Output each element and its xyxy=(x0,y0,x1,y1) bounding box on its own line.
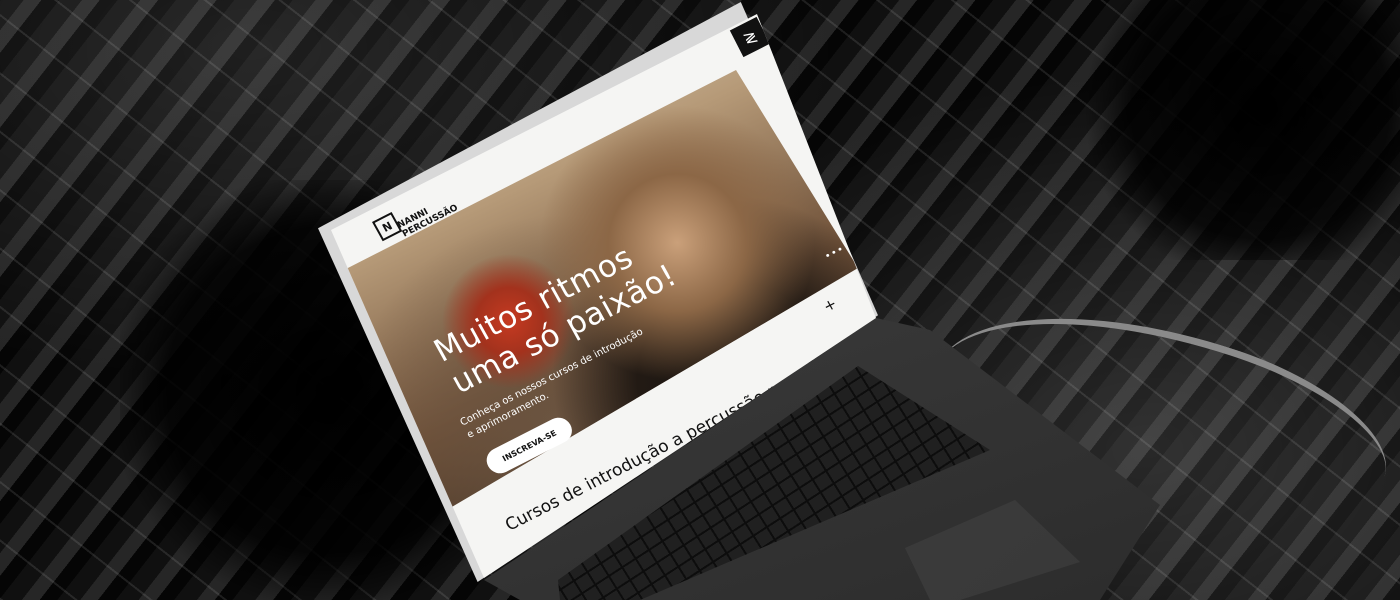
website-page: N NANNI PERCUSSÃO ≷ ••• Muitos ritmos um… xyxy=(331,14,876,578)
laptop-screen: N NANNI PERCUSSÃO ≷ ••• Muitos ritmos um… xyxy=(0,0,1400,600)
plus-icon[interactable]: + xyxy=(820,294,840,315)
